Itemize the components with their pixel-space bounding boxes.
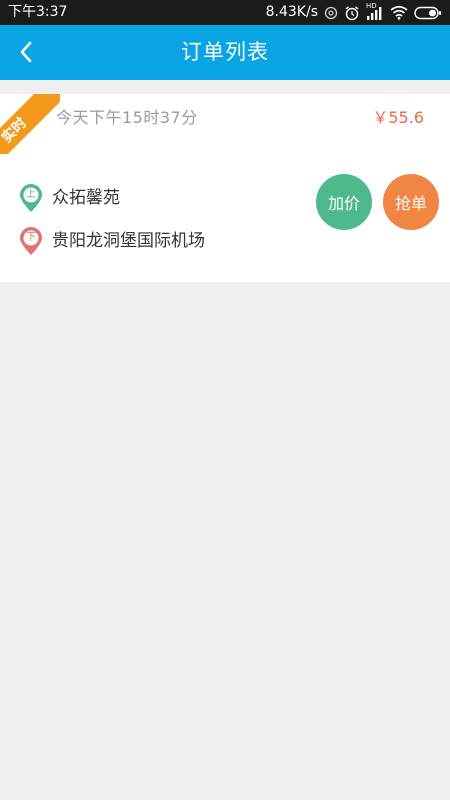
grab-order-button[interactable]: 抢单 (383, 174, 439, 230)
wifi-icon (390, 5, 408, 20)
pickup-pin-icon: 上 (18, 183, 44, 213)
realtime-badge-label: 实时 (0, 94, 60, 154)
page-title: 订单列表 (181, 40, 269, 64)
pickup-address: 众拓馨苑 (52, 188, 120, 208)
dropoff-pin-label: 下 (26, 232, 36, 243)
realtime-badge: 实时 (0, 94, 60, 154)
signal-icon: HD (366, 1, 384, 21)
battery-icon (414, 6, 442, 20)
data-saver-icon (324, 6, 338, 20)
status-indicators: 8.43K/s HD (265, 1, 442, 22)
order-card[interactable]: 实时 今天下午15时37分 ￥55.6 上 众拓馨苑 下 贵阳龙洞堡国际机场 加… (0, 94, 450, 282)
status-bar: 下午3:37 8.43K/s HD (0, 0, 450, 25)
dropoff-address: 贵阳龙洞堡国际机场 (52, 231, 205, 251)
dropoff-pin-icon: 下 (18, 226, 44, 256)
order-price: ￥55.6 (372, 108, 424, 127)
alarm-icon (344, 5, 360, 21)
nav-bar: 订单列表 (0, 25, 450, 80)
pickup-pin-label: 上 (26, 189, 36, 200)
pickup-row: 上 众拓馨苑 (18, 183, 120, 213)
signal-hd-badge: HD (366, 1, 377, 10)
add-price-button[interactable]: 加价 (316, 174, 372, 230)
order-time: 今天下午15时37分 (56, 108, 198, 127)
network-speed: 8.43K/s (265, 4, 318, 20)
dropoff-row: 下 贵阳龙洞堡国际机场 (18, 226, 205, 256)
status-time: 下午3:37 (8, 4, 68, 20)
